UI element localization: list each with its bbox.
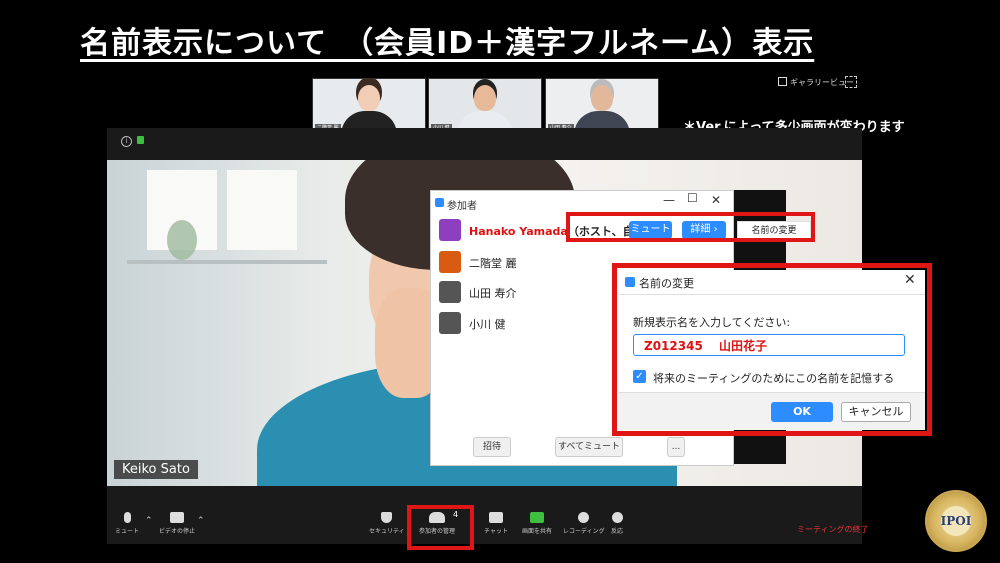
new-name-input[interactable]: Z012345 山田花子 [633, 334, 905, 356]
remember-name-label: 将来のミーティングのためにこの名前を記憶する [653, 372, 895, 385]
participants-highlight-box [407, 505, 474, 550]
grid-icon [778, 77, 787, 86]
divider [619, 294, 925, 295]
close-icon[interactable]: ✕ [711, 193, 721, 207]
participants-panel-title: 参加者 [447, 201, 477, 212]
window-pane [227, 170, 297, 250]
thumbnail-3[interactable]: 山田 寿介 [545, 78, 659, 134]
rename-prompt-label: 新規表示名を入力してください: [633, 316, 791, 329]
zoom-logo-icon [435, 198, 444, 207]
avatar [439, 251, 461, 273]
maximize-icon[interactable]: ☐ [687, 191, 698, 205]
microphone-icon [123, 512, 131, 523]
avatar [439, 219, 461, 241]
mute-all-button[interactable]: すべてミュート [555, 437, 623, 457]
chevron-up-icon[interactable]: ⌃ [197, 516, 205, 526]
remember-name-checkbox[interactable]: ✓ [633, 370, 646, 383]
smiley-icon [611, 512, 623, 523]
rename-dialog-title: 名前の変更 [639, 277, 694, 290]
lock-icon[interactable] [137, 136, 144, 144]
security-button[interactable]: セキュリティ [369, 512, 405, 535]
ok-button[interactable]: OK [771, 402, 833, 422]
avatar [439, 281, 461, 303]
cancel-button[interactable]: キャンセル [841, 402, 911, 422]
avatar [439, 312, 461, 334]
end-meeting-button[interactable]: ミーティングの終了 [797, 524, 869, 535]
thumbnail-2[interactable]: 小川 健 [428, 78, 542, 134]
video-name-label: Keiko Sato [114, 460, 198, 479]
more-button[interactable]: ... [667, 437, 685, 457]
zoom-logo-icon [625, 277, 635, 287]
video-toolbar-button[interactable]: ビデオの停止 [159, 512, 195, 535]
info-icon[interactable]: i [121, 136, 132, 147]
share-screen-icon [530, 512, 544, 523]
meeting-toolbar: ミュート ⌃ ビデオの停止 ⌃ セキュリティ 参加者の管理 4 チャット 画面を… [107, 506, 869, 544]
participant-name: 小川 健 [469, 318, 506, 331]
recording-button[interactable]: レコーディング [563, 512, 605, 535]
participant-name: 山田 寿介 [469, 287, 517, 300]
record-icon [578, 512, 590, 523]
plant [167, 220, 197, 260]
camera-icon [170, 512, 184, 523]
shield-icon [381, 512, 393, 523]
slide-title: 名前表示について （会員ID＋漢字フルネーム）表示 [80, 26, 815, 61]
seal-text: IPOI [940, 514, 972, 528]
top-strip: i [107, 128, 862, 160]
rename-dialog: 名前の変更 ✕ 新規表示名を入力してください: Z012345 山田花子 ✓ 将… [619, 270, 925, 430]
thumbnail-1[interactable]: 二階堂 麗 [312, 78, 426, 134]
chat-button[interactable]: チャット [484, 512, 508, 535]
minimize-icon[interactable]: — [663, 193, 675, 207]
reaction-button[interactable]: 反応 [611, 512, 623, 535]
invite-button[interactable]: 招待 [473, 437, 511, 457]
fullscreen-icon[interactable] [845, 76, 857, 88]
chevron-up-icon[interactable]: ⌃ [145, 516, 153, 526]
share-screen-button[interactable]: 画面を共有 [522, 512, 552, 535]
close-icon[interactable]: ✕ [904, 272, 916, 288]
participant-name: 二階堂 麗 [469, 257, 517, 270]
gallery-view-button[interactable]: ギャラリービュー [778, 77, 854, 88]
rename-highlight-box [566, 212, 815, 242]
mute-toolbar-button[interactable]: ミュート [115, 512, 139, 535]
chat-icon [488, 512, 503, 523]
ipoi-seal-logo: IPOI [925, 490, 987, 552]
shelf [127, 260, 327, 264]
